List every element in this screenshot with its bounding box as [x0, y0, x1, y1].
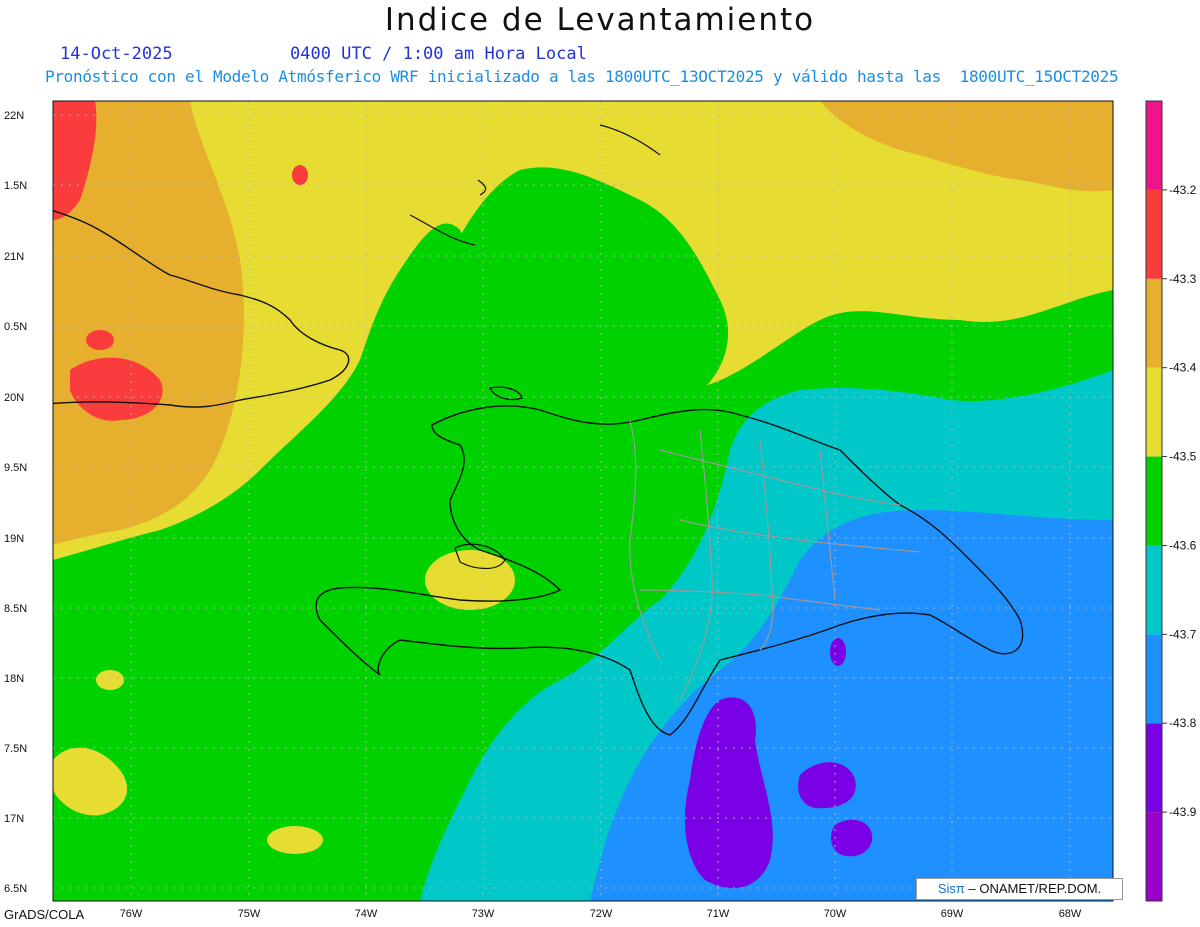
lon-label: 70W — [824, 908, 847, 920]
colorbar-swatch — [1146, 545, 1162, 635]
field-yellow-spot — [96, 670, 124, 690]
lon-label: 72W — [590, 908, 613, 920]
field-red-spot-2 — [292, 165, 308, 185]
colorbar-label: -43.6 — [1169, 538, 1197, 552]
lat-label: 18N — [4, 673, 24, 685]
colorbar-swatch — [1146, 723, 1162, 813]
colorbar-label: -43.8 — [1169, 716, 1197, 730]
lat-label: 7.5N — [4, 743, 27, 755]
lat-label: 20N — [4, 392, 24, 404]
map-field — [53, 101, 1113, 901]
lifted-index-map: 22N 1.5N 21N 0.5N 20N 9.5N 19N 8.5N 18N … — [4, 100, 1197, 920]
lat-label: 22N — [4, 110, 24, 122]
colorbar-label: -43.5 — [1169, 450, 1197, 464]
lat-label: 0.5N — [4, 321, 27, 333]
lat-label: 9.5N — [4, 462, 27, 474]
lat-label: 8.5N — [4, 603, 27, 615]
lat-label: 17N — [4, 813, 24, 825]
lon-label: 68W — [1059, 908, 1082, 920]
credit-box: Sisπ – ONAMET/REP.DOM. — [916, 878, 1123, 900]
colorbar: -43.9 -43.8 -43.7 -43.6 -43.5 -43.4 -43.3 -43.2 — [1145, 100, 1197, 902]
field-purple-spot — [830, 638, 846, 666]
lat-label: 1.5N — [4, 180, 27, 192]
field-yellow-spot-2 — [267, 826, 323, 854]
colorbar-swatch — [1146, 367, 1162, 457]
colorbar-label: -43.3 — [1169, 272, 1197, 286]
lat-label: 21N — [4, 251, 24, 263]
colorbar-label: -43.2 — [1169, 183, 1197, 197]
colorbar-swatch — [1146, 812, 1162, 901]
lon-label: 74W — [355, 908, 378, 920]
colorbar-label: -43.7 — [1169, 627, 1197, 641]
lon-label: 73W — [472, 908, 495, 920]
software-credit: GrADS/COLA — [4, 907, 85, 922]
latitude-axis: 22N 1.5N 21N 0.5N 20N 9.5N 19N 8.5N 18N … — [4, 110, 27, 895]
colorbar-swatch — [1146, 189, 1162, 279]
credit-text: – ONAMET/REP.DOM. — [968, 881, 1102, 896]
field-red-spot — [86, 330, 114, 350]
lon-label: 71W — [707, 908, 730, 920]
colorbar-swatch — [1146, 456, 1162, 546]
lon-label: 75W — [238, 908, 261, 920]
lat-label: 19N — [4, 533, 24, 545]
lon-label: 76W — [120, 908, 143, 920]
sispi-logo: Sisπ — [937, 881, 965, 896]
colorbar-label: -43.9 — [1169, 805, 1197, 819]
colorbar-label: -43.4 — [1169, 361, 1197, 375]
colorbar-swatch — [1146, 634, 1162, 724]
lon-label: 69W — [941, 908, 964, 920]
colorbar-swatch — [1146, 101, 1162, 190]
longitude-axis: 76W 75W 74W 73W 72W 71W 70W 69W 68W — [120, 908, 1082, 920]
colorbar-swatch — [1146, 278, 1162, 368]
lat-label: 6.5N — [4, 883, 27, 895]
